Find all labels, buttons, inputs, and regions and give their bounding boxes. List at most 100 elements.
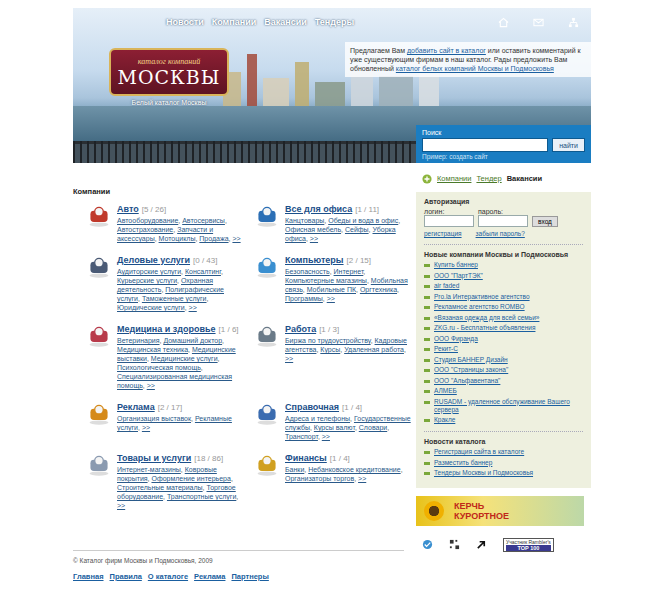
search-input[interactable] bbox=[422, 138, 548, 152]
subcategory-link[interactable]: Небанковское кредитование bbox=[308, 466, 400, 473]
company-link[interactable]: ООО "Страницы закона" bbox=[434, 366, 508, 374]
subcategory-link[interactable]: Курсы валют bbox=[314, 424, 355, 431]
subcategory-link[interactable]: Домашний доктор bbox=[163, 337, 222, 344]
subcategory-link[interactable]: Компьютерные магазины bbox=[285, 277, 367, 284]
subcategory-link[interactable]: Автосервисы bbox=[182, 217, 225, 224]
subcategory-link[interactable]: Мобильные ПК bbox=[307, 286, 356, 293]
arrow-counter-icon[interactable] bbox=[476, 539, 487, 550]
company-link[interactable]: ООО Фиранда bbox=[434, 335, 478, 343]
register-link[interactable]: регистрация bbox=[424, 230, 462, 237]
category-link[interactable]: Финансы bbox=[285, 453, 327, 463]
nav-link[interactable]: Вакансии bbox=[264, 17, 307, 27]
sidebar-tab[interactable]: Компании bbox=[437, 174, 471, 183]
subcategory-link[interactable]: Медицинские услуги bbox=[151, 355, 218, 362]
subcategory-link[interactable]: Консалтинг bbox=[185, 268, 221, 275]
sidebar-tab[interactable]: Тендер bbox=[476, 174, 501, 183]
footer-link[interactable]: Партнеры bbox=[231, 572, 268, 581]
ad-banner[interactable]: КЕРЧЬКУРОРТНОЕ bbox=[416, 496, 584, 526]
footer-link[interactable]: Реклама bbox=[194, 572, 225, 581]
subcategory-link[interactable]: Транспорт bbox=[285, 433, 318, 440]
category-link[interactable]: Работа bbox=[285, 324, 316, 334]
category-link[interactable]: Справочная bbox=[285, 402, 339, 412]
subcategory-link[interactable]: Автострахование bbox=[117, 226, 173, 233]
more-link[interactable]: >> bbox=[310, 235, 318, 242]
footer-link[interactable]: Правила bbox=[110, 572, 142, 581]
more-link[interactable]: >> bbox=[322, 433, 330, 440]
more-link[interactable]: >> bbox=[142, 424, 150, 431]
subcategory-link[interactable]: Удаленная работа bbox=[344, 346, 404, 353]
counter-icon[interactable] bbox=[422, 539, 433, 550]
subcategory-link[interactable]: Специализированная медицинская помощь bbox=[117, 373, 232, 389]
intro-link[interactable]: каталог белых компаний Москвы и Подмоско… bbox=[396, 65, 554, 72]
category-link[interactable]: Все для офиса bbox=[285, 204, 352, 214]
subcategory-link[interactable]: Интернет bbox=[334, 268, 364, 275]
company-link[interactable]: АЛМЕБ bbox=[434, 387, 457, 395]
more-link[interactable]: >> bbox=[147, 382, 155, 389]
subcategory-link[interactable]: Адреса и телефоны bbox=[285, 415, 350, 422]
company-link[interactable]: air faded bbox=[434, 282, 459, 290]
rambler-counter[interactable]: Участник Rambler'sTOP 100 bbox=[503, 538, 554, 552]
category-link[interactable]: Товары и услуги bbox=[117, 453, 191, 463]
subcategory-link[interactable]: Строительные материалы bbox=[117, 484, 203, 491]
company-link[interactable]: Купить баннер bbox=[434, 261, 478, 269]
intro-link[interactable]: добавить сайт в каталог bbox=[407, 47, 486, 54]
login-button[interactable]: вход bbox=[532, 216, 558, 227]
news-link[interactable]: Регистрация сайта в каталоге bbox=[434, 448, 524, 456]
subcategory-link[interactable]: Мотоциклы bbox=[159, 235, 196, 242]
search-button[interactable]: найти bbox=[552, 138, 585, 152]
subcategory-link[interactable]: Интернет-магазины bbox=[117, 466, 181, 473]
subcategory-link[interactable]: Транспортные услуги bbox=[167, 493, 236, 500]
subcategory-link[interactable]: Банки bbox=[285, 466, 304, 473]
category-link[interactable]: Авто bbox=[117, 204, 139, 214]
subcategory-link[interactable]: Словари bbox=[359, 424, 387, 431]
mail-icon[interactable] bbox=[533, 17, 544, 28]
subcategory-link[interactable]: Медицинская техника bbox=[117, 346, 188, 353]
subcategory-link[interactable]: Аудиторские услуги bbox=[117, 268, 181, 275]
home-icon[interactable] bbox=[498, 17, 509, 28]
footer-link[interactable]: О каталоге bbox=[148, 572, 188, 581]
category-link[interactable]: Деловые услуги bbox=[117, 255, 190, 265]
subcategory-link[interactable]: Офисная мебель bbox=[285, 226, 341, 233]
more-link[interactable]: >> bbox=[285, 355, 293, 362]
subcategory-link[interactable]: Продажа bbox=[199, 235, 228, 242]
category-link[interactable]: Реклама bbox=[117, 402, 155, 412]
news-link[interactable]: Тендеры Москвы и Подмосковья bbox=[434, 469, 533, 477]
subcategory-link[interactable]: Курсы bbox=[320, 346, 340, 353]
company-link[interactable]: «Вязаная одежда для всей семьи» bbox=[434, 314, 539, 322]
subcategory-link[interactable]: Оформление интерьера bbox=[151, 475, 230, 482]
more-link[interactable]: >> bbox=[189, 304, 197, 311]
subcategory-link[interactable]: Программы bbox=[285, 295, 323, 302]
category-link[interactable]: Компьютеры bbox=[285, 255, 344, 265]
company-link[interactable]: Кракле bbox=[434, 416, 455, 424]
company-link[interactable]: ZKG.ru - Бесплатные объявления bbox=[434, 324, 535, 332]
company-link[interactable]: Студия БАННЕР Дизайн bbox=[434, 356, 508, 364]
nav-link[interactable]: Тендеры bbox=[315, 17, 354, 27]
company-link[interactable]: ООО "ПартТЭК" bbox=[434, 272, 483, 280]
subcategory-link[interactable]: Юридические услуги bbox=[117, 304, 185, 311]
category-link[interactable]: Медицина и здоровье bbox=[117, 324, 216, 334]
login-input[interactable] bbox=[424, 215, 474, 227]
subcategory-link[interactable]: Канцтовары bbox=[285, 217, 324, 224]
subcategory-link[interactable]: Психологическая помощь bbox=[117, 364, 201, 371]
subcategory-link[interactable]: Организаторы торгов bbox=[285, 475, 354, 482]
company-link[interactable]: ООО "Альфавентана" bbox=[434, 377, 500, 385]
sitemap-icon[interactable] bbox=[568, 17, 579, 28]
nav-link[interactable]: Компании bbox=[212, 17, 256, 27]
site-logo[interactable]: каталог компанийМОСКВЫ bbox=[109, 48, 229, 96]
more-link[interactable]: >> bbox=[117, 502, 125, 509]
footer-link[interactable]: Главная bbox=[73, 572, 104, 581]
subcategory-link[interactable]: Таможенные услуги bbox=[142, 295, 207, 302]
subcategory-link[interactable]: Биржа по трудоустройству bbox=[285, 337, 371, 344]
more-link[interactable]: >> bbox=[358, 475, 366, 482]
subcategory-link[interactable]: Курьерские услуги bbox=[117, 277, 177, 284]
subcategory-link[interactable]: Сейфы bbox=[345, 226, 369, 233]
forgot-link[interactable]: забыли пароль? bbox=[476, 230, 525, 237]
more-link[interactable]: >> bbox=[232, 235, 240, 242]
company-link[interactable]: Рекит-С bbox=[434, 345, 458, 353]
subcategory-link[interactable]: Оргтехника bbox=[360, 286, 397, 293]
company-link[interactable]: Рекламное агентство ROMBO bbox=[434, 303, 525, 311]
subcategory-link[interactable]: Безопасность bbox=[285, 268, 330, 275]
qr-icon[interactable] bbox=[449, 539, 460, 550]
company-link[interactable]: RUSADM - удаленное обслуживание Вашего с… bbox=[434, 398, 583, 414]
sidebar-tab[interactable]: Вакансии bbox=[507, 174, 542, 183]
